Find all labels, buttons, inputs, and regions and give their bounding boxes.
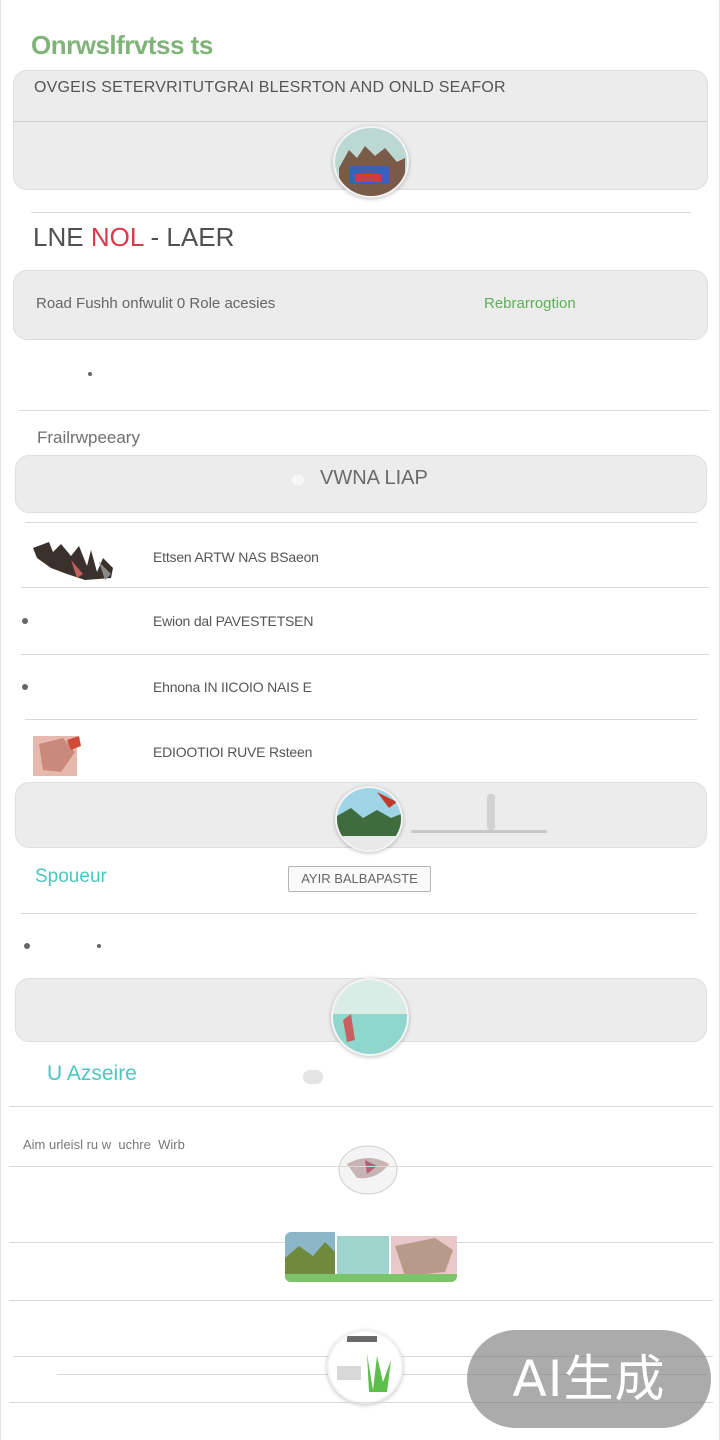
section-divider bbox=[9, 1300, 713, 1301]
app-screen: Onrwslfrvtss ts OVGEIS SETERVRITUTGRAI B… bbox=[0, 0, 720, 1440]
banner-thumbnail-image[interactable] bbox=[333, 126, 409, 198]
search-bar-text: VWNA LIAP bbox=[320, 467, 428, 489]
live-row-link[interactable]: Rebrarrogtion bbox=[484, 295, 576, 312]
banner-text: OVGEIS SETERVRITUTGRAI BLESRTON AND ONLD… bbox=[34, 79, 506, 96]
stamp-button[interactable]: AYIR BALBAPASTE bbox=[288, 866, 431, 892]
title-part1: LNE bbox=[33, 222, 84, 252]
title-part2: - LAER bbox=[150, 222, 235, 252]
section-divider bbox=[9, 1166, 713, 1167]
media-thumbnail-image[interactable] bbox=[335, 786, 403, 852]
list-divider bbox=[25, 522, 697, 523]
primary-search-bar[interactable]: VWNA LIAP bbox=[15, 455, 707, 513]
live-row-label: Road Fushh onfwulit 0 Role acesies bbox=[36, 295, 276, 312]
azseire-caption: Aim urleisl ru w uchre Wirb bbox=[23, 1137, 185, 1152]
list-item-thumbnail-image[interactable] bbox=[31, 538, 117, 584]
list-divider bbox=[25, 719, 697, 720]
bullet-dot bbox=[88, 372, 92, 376]
section-divider bbox=[9, 1106, 713, 1107]
media-slider-track[interactable] bbox=[411, 830, 547, 833]
live-row-panel[interactable]: Road Fushh onfwulit 0 Role acesies Rebra… bbox=[13, 270, 708, 340]
gallery-strip-image[interactable] bbox=[285, 1232, 457, 1282]
app-title: Onrwslfrvtss ts bbox=[31, 30, 213, 60]
banner-divider bbox=[14, 121, 707, 122]
azseire-label: U Azseire bbox=[47, 1062, 137, 1085]
small-cloud-icon bbox=[303, 1070, 323, 1084]
list-item-label[interactable]: Ewion dal PAVESTETSEN bbox=[153, 613, 313, 629]
media-slider-handle[interactable] bbox=[487, 794, 495, 830]
section-divider bbox=[19, 410, 709, 411]
section-divider bbox=[31, 212, 691, 213]
list-item-thumbnail-image[interactable] bbox=[33, 734, 83, 778]
spoueur-label: Spoueur bbox=[35, 866, 107, 887]
list-item-label[interactable]: Ettsen ARTW NAS BSaeon bbox=[153, 549, 319, 565]
list-divider bbox=[21, 587, 709, 588]
bullet-dot bbox=[24, 943, 30, 949]
ai-generated-badge: AI生成 bbox=[467, 1330, 711, 1428]
caption-thumbnail-image[interactable] bbox=[337, 1144, 399, 1196]
bullet-dot bbox=[97, 944, 101, 948]
list-item-label[interactable]: EDIOOTIOI RUVE Rsteen bbox=[153, 744, 312, 760]
list-bullet-dot bbox=[22, 618, 28, 624]
featured-thumbnail-image[interactable] bbox=[331, 978, 409, 1056]
title-accent: NOL bbox=[90, 222, 144, 252]
list-item-label[interactable]: Ehnona IN IICOIO NAIS E bbox=[153, 679, 312, 695]
primary-section-label: Frailrwpeeary bbox=[37, 428, 140, 447]
live-section-title: LNE NOL - LAER bbox=[33, 222, 234, 253]
section-divider bbox=[21, 913, 697, 914]
search-dot-icon bbox=[292, 474, 304, 486]
list-divider bbox=[21, 654, 709, 655]
bottom-thumbnail-image[interactable] bbox=[327, 1330, 403, 1404]
list-bullet-dot bbox=[22, 684, 28, 690]
